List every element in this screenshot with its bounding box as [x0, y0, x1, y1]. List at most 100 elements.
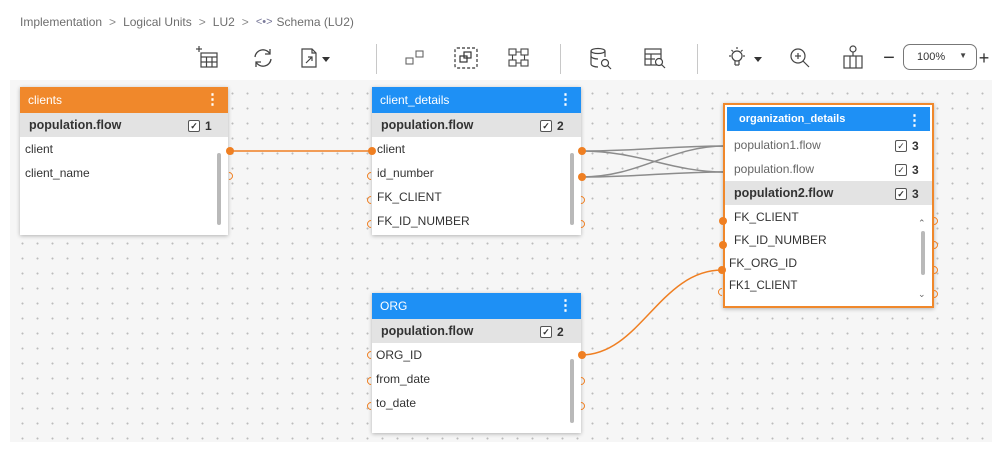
field-row[interactable]: to_date [372, 391, 581, 415]
schema-icon: <•> [255, 16, 273, 28]
zoom-level-value: 100% [917, 51, 946, 63]
group-icon[interactable] [400, 40, 430, 76]
node-scrollbar[interactable] [570, 359, 574, 423]
breadcrumb-lu2[interactable]: LU2 [213, 15, 235, 29]
flow-checkbox[interactable]: ✓ [540, 326, 552, 338]
field-label: FK_ID_NUMBER [377, 214, 470, 228]
node-title: client_details [380, 93, 450, 107]
field-row[interactable]: ORG_ID [372, 343, 581, 367]
flow-checkbox[interactable]: ✓ [188, 120, 200, 132]
field-label: to_date [376, 396, 417, 410]
table-node-client-details[interactable]: client_details ⋮ population.flow ✓ 2 clie… [372, 87, 581, 235]
breadcrumb-logical-units[interactable]: Logical Units [123, 15, 192, 29]
refresh-icon[interactable] [248, 40, 278, 76]
port-client-details-client-out[interactable] [578, 147, 586, 155]
node-title: clients [28, 93, 63, 107]
node-header[interactable]: organization_details ⋮ [725, 105, 932, 133]
flow-checkbox[interactable]: ✓ [895, 188, 907, 200]
field-row[interactable]: FK_ID_NUMBER [725, 228, 932, 251]
auto-layout-icon[interactable] [504, 40, 534, 76]
field-label: FK_ORG_ID [729, 255, 798, 270]
node-header[interactable]: client_details ⋮ [372, 87, 581, 113]
field-row[interactable]: FK_CLIENT [372, 185, 581, 209]
node-menu-icon[interactable]: ⋮ [558, 296, 573, 314]
port-client-details-id-out[interactable] [578, 173, 586, 181]
flow-label: population2.flow [734, 186, 834, 200]
flow-label: population.flow [381, 118, 474, 132]
flow-row[interactable]: population.flow ✓ 2 [372, 319, 581, 343]
flow-count: 1 [205, 119, 212, 133]
table-inspect-icon[interactable] [640, 40, 670, 76]
field-label: client_name [25, 166, 90, 180]
node-menu-icon[interactable]: ⋮ [205, 90, 220, 108]
port-org-details-fk-id-in[interactable] [719, 241, 727, 249]
breadcrumb-schema[interactable]: Schema (LU2) [277, 15, 354, 29]
field-label: FK_ID_NUMBER [734, 232, 827, 247]
fit-to-screen-icon[interactable] [838, 40, 868, 76]
table-node-organization-details[interactable]: organization_details ⋮ population1.flow … [723, 103, 934, 308]
port-org-id-out[interactable] [578, 351, 586, 359]
flow-row[interactable]: population.flow ✓ 1 [20, 113, 228, 137]
flow-row[interactable]: population2.flow ✓ 3 [725, 181, 932, 205]
field-label: from_date [376, 372, 431, 386]
node-scrollbar[interactable] [217, 153, 221, 225]
field-row[interactable]: client_name [20, 161, 228, 185]
flow-checkbox[interactable]: ✓ [895, 164, 907, 176]
zoom-in-icon[interactable] [785, 40, 815, 76]
node-scrollbar[interactable] [921, 231, 925, 275]
node-scrollbar[interactable] [570, 153, 574, 225]
zoom-level-select[interactable]: 100% ▼ [903, 44, 977, 70]
port-client-details-client-in[interactable] [368, 147, 376, 155]
field-row[interactable]: FK1_CLIENT [725, 274, 932, 297]
add-table-icon[interactable] [193, 40, 223, 76]
export-icon[interactable] [297, 40, 333, 76]
chevron-down-icon[interactable]: ⌄ [918, 289, 926, 300]
port-org-details-fk-org-id-in[interactable] [718, 266, 726, 274]
flow-label: population.flow [381, 324, 474, 338]
field-row[interactable]: from_date [372, 367, 581, 391]
node-title: ORG [380, 299, 408, 313]
field-row[interactable]: FK_CLIENT [725, 205, 932, 228]
flow-label: population1.flow [734, 138, 821, 152]
flow-count: 3 [912, 163, 919, 177]
zoom-in-button[interactable]: + [976, 40, 992, 76]
flow-label: population.flow [734, 162, 815, 176]
port-org-details-fk-client-in[interactable] [719, 217, 727, 225]
node-header[interactable]: clients ⋮ [20, 87, 228, 113]
field-row[interactable]: FK_ID_NUMBER [372, 209, 581, 233]
light-bulb-icon[interactable] [723, 40, 767, 76]
port-clients-client[interactable] [226, 147, 234, 155]
chevron-up-icon[interactable]: ⌃ [918, 218, 926, 229]
toolbar: − + [0, 36, 992, 80]
flow-count: 2 [557, 325, 564, 339]
field-row[interactable]: id_number [372, 161, 581, 185]
toolbar-divider [697, 44, 698, 74]
field-label: FK_CLIENT [377, 190, 442, 204]
node-menu-icon[interactable]: ⋮ [558, 90, 573, 108]
flow-checkbox[interactable]: ✓ [540, 120, 552, 132]
table-node-org[interactable]: ORG ⋮ population.flow ✓ 2 ORG_ID from_dat… [372, 293, 581, 433]
flow-row[interactable]: population.flow ✓ 2 [372, 113, 581, 137]
node-menu-icon[interactable]: ⋮ [907, 111, 922, 129]
field-label: FK1_CLIENT [729, 279, 798, 292]
flow-checkbox[interactable]: ✓ [895, 140, 907, 152]
field-row[interactable]: client [372, 137, 581, 161]
toolbar-divider [376, 44, 377, 74]
breadcrumb-implementation[interactable]: Implementation [20, 15, 102, 29]
data-inspect-icon[interactable] [585, 40, 615, 76]
flow-count: 3 [912, 187, 919, 201]
field-label: client [25, 142, 54, 156]
zoom-out-button[interactable]: − [879, 40, 899, 76]
node-header[interactable]: ORG ⋮ [372, 293, 581, 319]
field-row[interactable]: FK_ORG_ID [725, 251, 932, 274]
table-node-clients[interactable]: clients ⋮ population.flow ✓ 1 client clie… [20, 87, 228, 235]
ungroup-icon[interactable] [451, 40, 481, 76]
breadcrumb: Implementation > Logical Units > LU2 > <… [20, 13, 354, 31]
flow-label: population.flow [29, 118, 122, 132]
flow-row[interactable]: population.flow ✓ 3 [725, 157, 932, 181]
flow-row[interactable]: population1.flow ✓ 3 [725, 133, 932, 157]
node-title: organization_details [739, 113, 846, 125]
field-label: id_number [377, 166, 434, 180]
breadcrumb-separator: > [198, 15, 206, 29]
field-row[interactable]: client [20, 137, 228, 161]
